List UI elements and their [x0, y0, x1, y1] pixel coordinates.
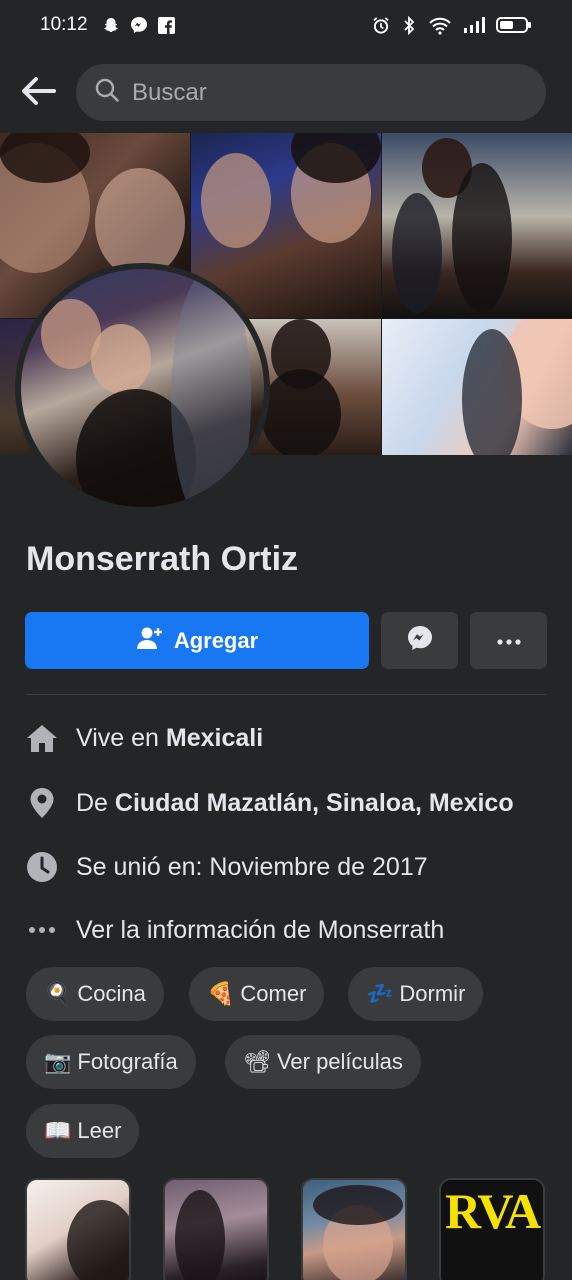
hobby-chip-fotografia[interactable]: 📷 Fotografía: [26, 1035, 196, 1089]
signal-icon: [462, 16, 486, 34]
info-lives-prefix: Vive en: [76, 723, 166, 752]
facebook-icon: [158, 16, 176, 34]
messenger-icon: [130, 16, 148, 34]
search-input[interactable]: [132, 78, 512, 107]
back-button[interactable]: [18, 73, 58, 113]
more-icon: [496, 632, 521, 650]
film-projector-icon: 📽: [243, 1049, 271, 1075]
hobby-chip-leer[interactable]: 📖 Leer: [26, 1104, 140, 1158]
cooking-icon: 🍳: [44, 981, 72, 1007]
battery-icon: [496, 16, 532, 34]
featured-photo[interactable]: [25, 1178, 131, 1280]
add-friend-icon: [136, 625, 164, 657]
book-icon: 📖: [44, 1118, 72, 1144]
messenger-icon: [406, 624, 434, 657]
featured-photo-text: RVA: [445, 1183, 541, 1239]
see-more-info-link[interactable]: Ver la información de Monserrath: [26, 914, 444, 946]
top-nav: [0, 62, 572, 124]
bluetooth-icon: [400, 15, 418, 35]
info-lives-city[interactable]: Mexicali: [166, 724, 263, 753]
clock-icon: [26, 851, 58, 883]
hobby-chip-dormir[interactable]: 💤 Dormir: [348, 967, 484, 1021]
more-options-button[interactable]: [470, 612, 547, 669]
cover-photo-tile: [382, 319, 572, 455]
camera-icon: 📷: [44, 1049, 72, 1075]
snapchat-icon: [102, 16, 120, 34]
search-icon: [94, 77, 120, 108]
wifi-icon: [428, 16, 452, 35]
info-from-prefix: De: [76, 788, 115, 817]
add-friend-label: Agregar: [173, 627, 259, 653]
hobby-label: Cocina: [77, 981, 146, 1006]
profile-picture[interactable]: [15, 263, 270, 513]
hobby-label: Comer: [240, 981, 307, 1006]
hobby-chip-ver-peliculas[interactable]: 📽 Ver películas: [225, 1035, 421, 1089]
info-from-place[interactable]: Ciudad Mazatlán, Sinaloa, Mexico: [115, 789, 514, 818]
hobby-chip-cocina[interactable]: 🍳 Cocina: [26, 967, 164, 1021]
location-pin-icon: [26, 787, 58, 819]
featured-photo[interactable]: RVA: [439, 1178, 545, 1280]
avatar: [21, 269, 264, 507]
messenger-button[interactable]: [381, 612, 458, 669]
home-icon: [26, 722, 58, 754]
pizza-icon: 🍕: [207, 981, 235, 1007]
alarm-icon: [372, 16, 390, 34]
featured-photo[interactable]: [301, 1178, 407, 1280]
search-bar[interactable]: [76, 64, 546, 121]
hobby-label: Fotografía: [77, 1049, 178, 1074]
featured-photo[interactable]: [163, 1178, 269, 1280]
hobby-label: Leer: [77, 1118, 122, 1143]
arrow-left-icon: [20, 76, 56, 111]
profile-name: Monserrath Ortiz: [26, 540, 299, 578]
divider: [26, 694, 546, 695]
add-friend-button[interactable]: Agregar: [25, 612, 369, 669]
status-time: 10:12: [40, 14, 88, 35]
ellipsis-icon: [26, 914, 58, 946]
hobby-label: Ver películas: [276, 1049, 403, 1074]
info-from: De Ciudad Mazatlán, Sinaloa, Mexico: [26, 787, 514, 819]
see-more-info-label: Ver la información de Monserrath: [76, 915, 445, 944]
info-joined: Se unió en: Noviembre de 2017: [26, 851, 428, 883]
hobby-chip-comer[interactable]: 🍕 Comer: [189, 967, 325, 1021]
info-lives-in: Vive en Mexicali: [26, 722, 263, 754]
info-joined-text: Se unió en: Noviembre de 2017: [76, 852, 428, 881]
status-bar: 10:12: [0, 0, 572, 50]
cover-photo-tile: [382, 133, 572, 318]
hobby-label: Dormir: [399, 981, 466, 1006]
sleep-icon: 💤: [366, 981, 394, 1007]
